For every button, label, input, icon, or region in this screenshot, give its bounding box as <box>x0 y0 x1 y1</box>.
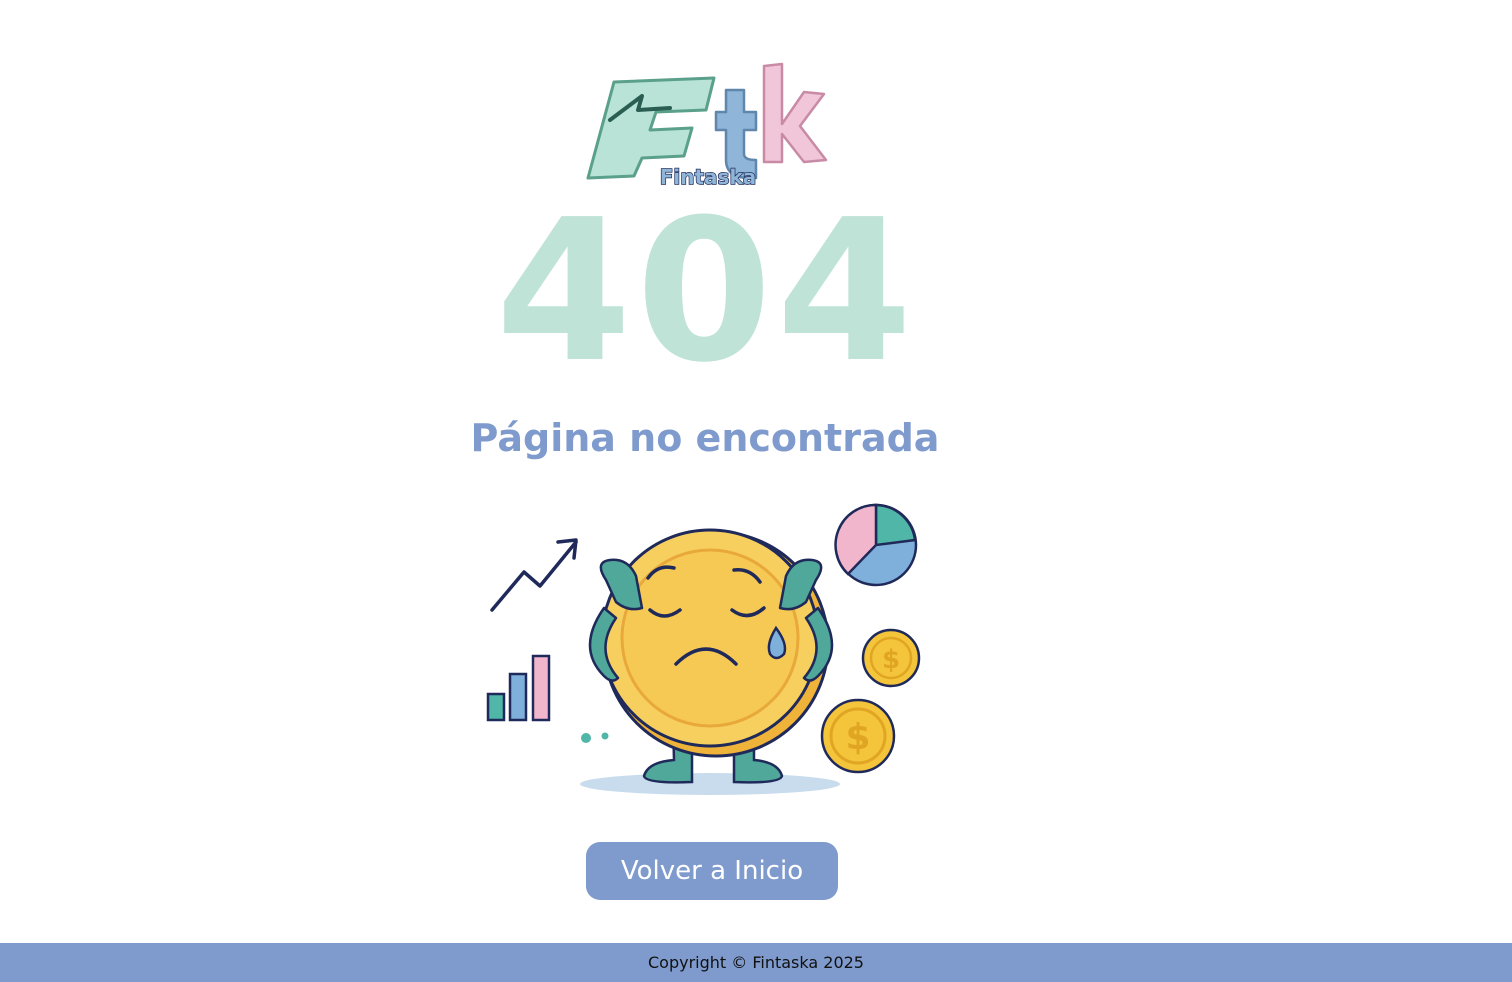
back-to-home-button[interactable]: Volver a Inicio <box>586 842 838 900</box>
error-page: Fintaska 404 Página no encontrada $ $ Vo… <box>0 0 1512 982</box>
dollar-coin-icon: $ <box>820 698 896 774</box>
error-message: Página no encontrada <box>470 416 940 460</box>
bar-chart-icon <box>486 654 551 722</box>
svg-text:$: $ <box>845 717 870 758</box>
logo-f-icon <box>586 76 716 180</box>
sad-coin-illustration: $ $ <box>486 503 921 795</box>
logo-k-icon <box>762 62 828 164</box>
error-code: 404 <box>495 178 917 406</box>
pie-chart-icon <box>834 503 918 587</box>
trend-arrow-icon <box>490 538 578 612</box>
copyright-text: Copyright © Fintaska 2025 <box>648 953 864 972</box>
dollar-coin-icon: $ <box>861 628 921 688</box>
svg-text:$: $ <box>882 645 900 675</box>
fintaska-logo: Fintaska <box>586 62 828 190</box>
footer: Copyright © Fintaska 2025 <box>0 943 1512 982</box>
